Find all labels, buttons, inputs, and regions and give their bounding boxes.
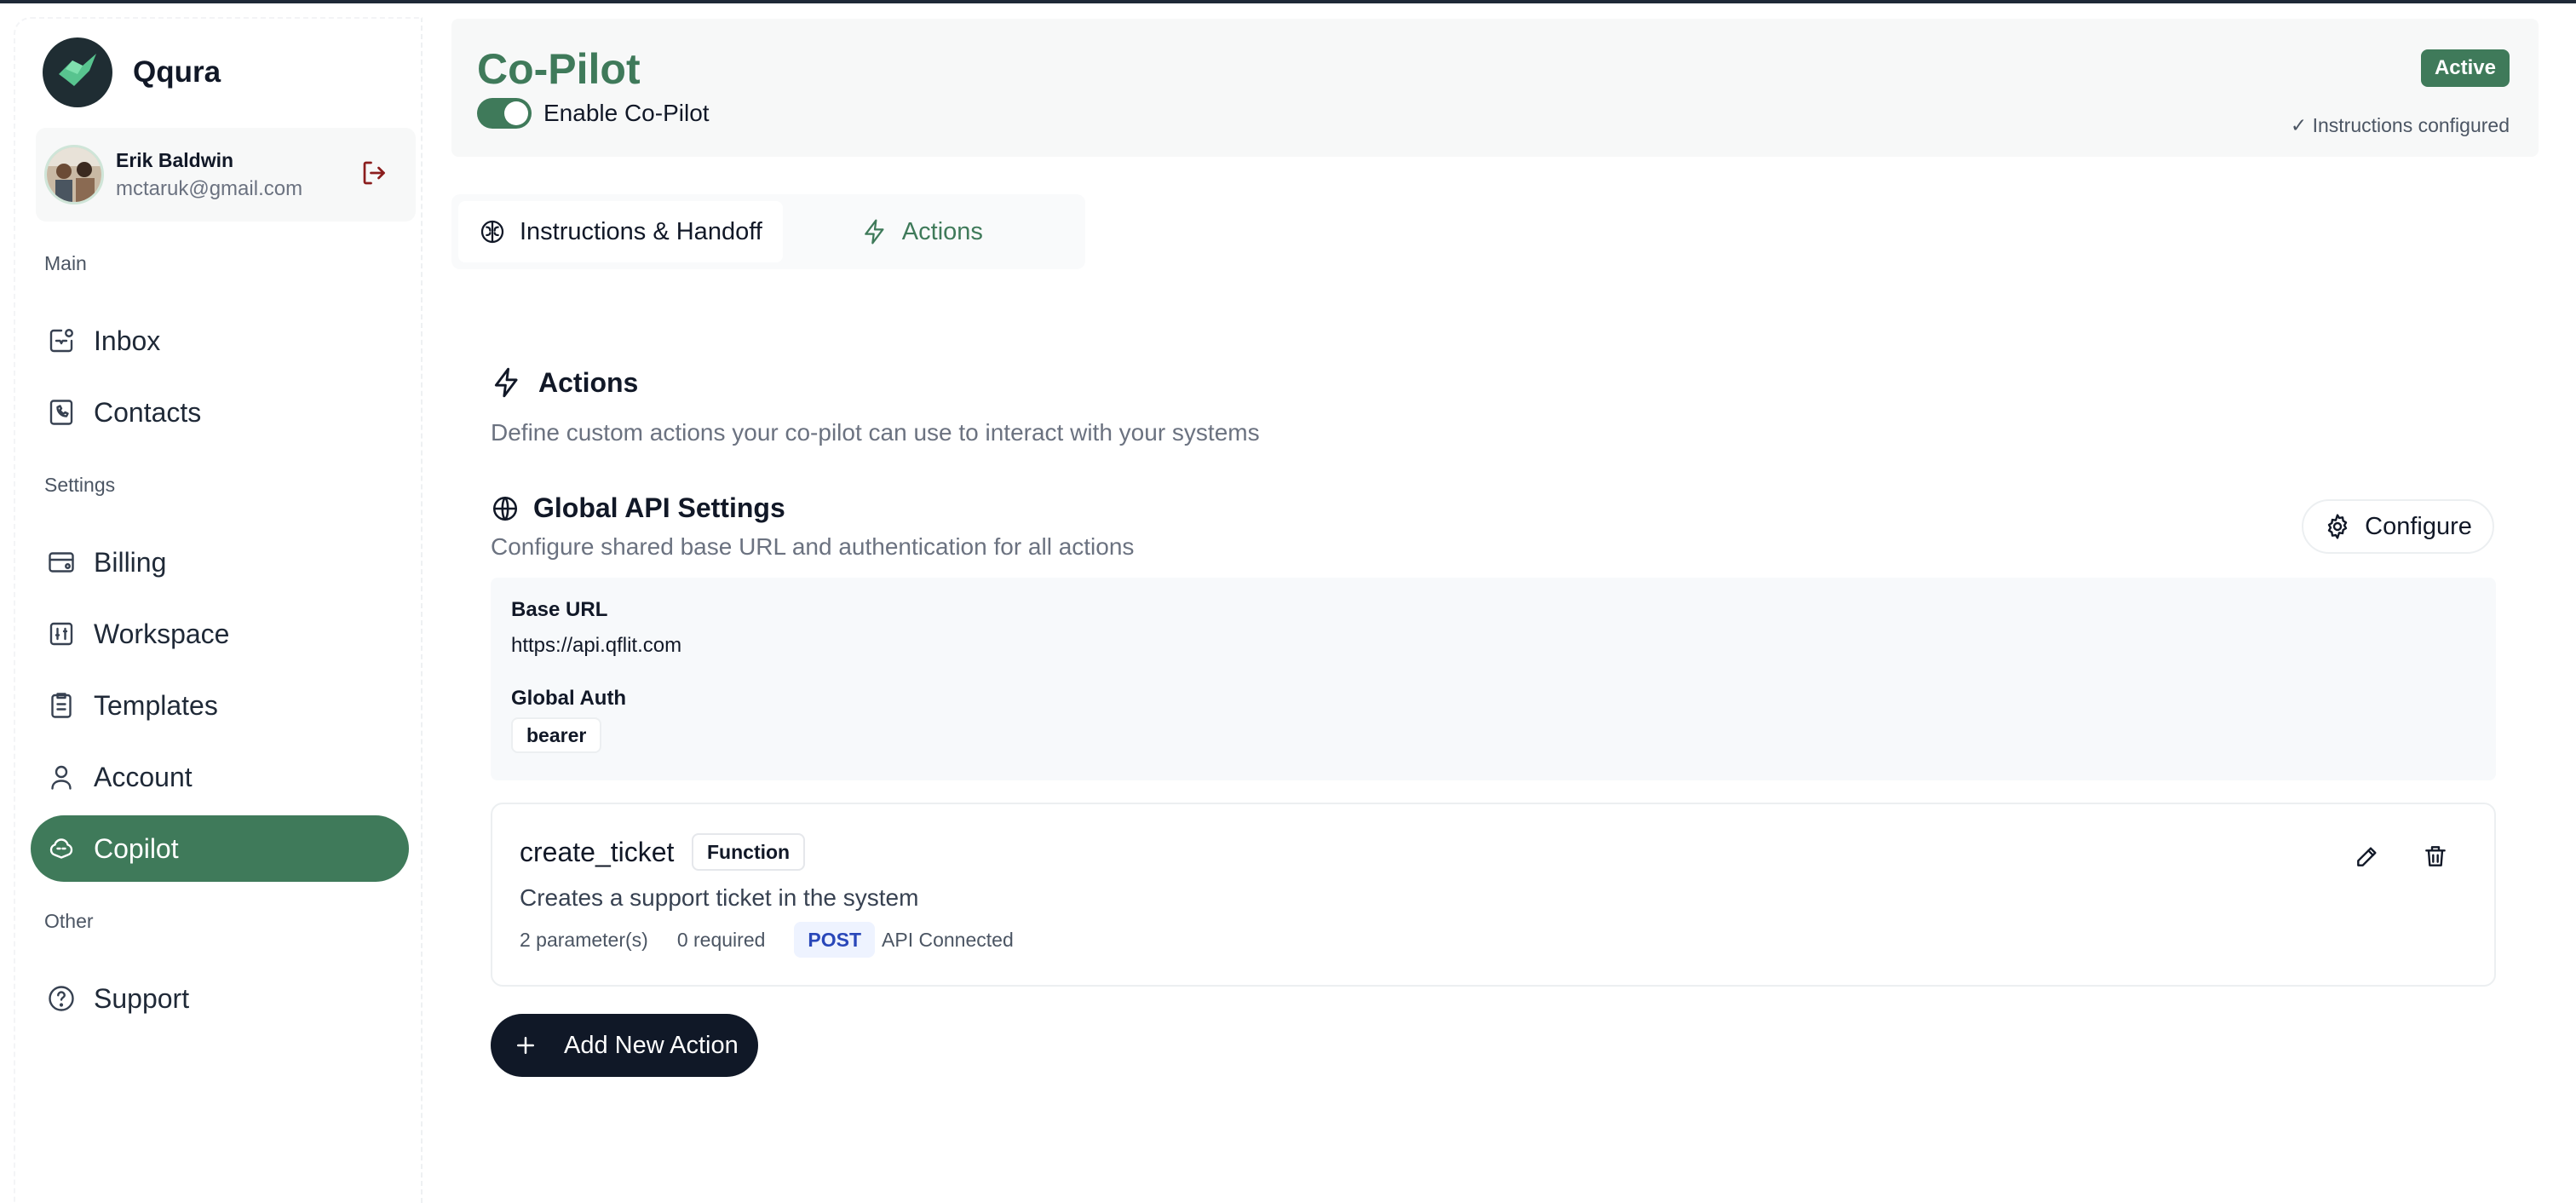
bolt-icon (491, 366, 523, 399)
toggle-label: Enable Co-Pilot (543, 100, 710, 126)
copilot-icon (44, 832, 78, 866)
window-top-border (0, 0, 2576, 3)
sidebar-item-label: Contacts (94, 396, 202, 428)
logout-icon[interactable] (359, 158, 390, 188)
global-api-title: Global API Settings (533, 492, 785, 523)
sidebar-item-billing[interactable]: Billing (31, 529, 409, 596)
sidebar-item-workspace[interactable]: Workspace (31, 601, 409, 667)
page-title: Co-Pilot (477, 45, 641, 93)
globe-icon (491, 494, 520, 523)
sidebar-item-account[interactable]: Account (31, 744, 409, 810)
gear-icon (2324, 513, 2351, 540)
configure-button[interactable]: Configure (2302, 499, 2494, 554)
actions-title: Actions (538, 366, 639, 398)
contacts-icon (44, 395, 78, 429)
sidebar-item-support[interactable]: Support (31, 965, 409, 1032)
section-label-settings: Settings (44, 474, 116, 496)
add-new-action-label: Add New Action (564, 1031, 739, 1059)
user-card: Erik Baldwin mctaruk@gmail.com (36, 128, 416, 222)
auth-type-badge: bearer (511, 717, 602, 753)
delete-action-button[interactable] (2418, 838, 2453, 874)
brand-name: Qqura (133, 55, 221, 89)
sidebar-item-inbox[interactable]: Inbox (31, 308, 409, 374)
tab-bar: Instructions & Handoff Actions (451, 194, 1085, 269)
actions-description: Define custom actions your co-pilot can … (491, 419, 1260, 446)
billing-icon (44, 545, 78, 579)
avatar[interactable] (44, 145, 104, 204)
global-api-description: Configure shared base URL and authentica… (491, 533, 1135, 560)
action-meta: 2 parameter(s) 0 required POST API Conne… (520, 922, 1014, 958)
configure-label: Configure (2365, 512, 2472, 540)
param-count: 2 parameter(s) (520, 928, 648, 951)
action-type-badge: Function (692, 833, 806, 871)
action-name: create_ticket (520, 837, 675, 867)
instructions-status: ✓ Instructions configured (2290, 114, 2510, 136)
sidebar-item-label: Support (94, 982, 190, 1014)
global-auth-label: Global Auth (511, 687, 627, 710)
edit-action-button[interactable] (2349, 838, 2385, 874)
api-settings-panel: Base URL https://api.qflit.com Global Au… (491, 578, 2496, 780)
support-icon (44, 981, 78, 1016)
user-email: mctaruk@gmail.com (116, 176, 303, 200)
tab-actions[interactable]: Actions (841, 201, 1003, 262)
base-url-value: https://api.qflit.com (511, 634, 682, 657)
tab-instructions-handoff[interactable]: Instructions & Handoff (458, 201, 783, 262)
action-card: create_ticket Function Creates a support… (491, 803, 2496, 987)
status-badge: Active (2420, 49, 2510, 87)
sidebar-item-label: Billing (94, 546, 167, 578)
sidebar-item-label: Workspace (94, 618, 230, 649)
brand[interactable]: Qqura (43, 37, 221, 107)
sidebar-item-label: Account (94, 761, 193, 792)
required-count: 0 required (676, 928, 766, 951)
sidebar: Qqura Erik Baldwin mctaruk@gmail.com Mai… (14, 17, 423, 1203)
connection-status: API Connected (882, 928, 1014, 951)
add-new-action-button[interactable]: Add New Action (491, 1014, 758, 1077)
workspace-icon (44, 617, 78, 651)
page-header: Co-Pilot Enable Co-Pilot Active ✓ Instru… (451, 19, 2539, 157)
templates-icon (44, 688, 78, 722)
inbox-icon (44, 324, 78, 358)
tab-label: Instructions & Handoff (520, 217, 762, 245)
action-description: Creates a support ticket in the system (520, 884, 919, 911)
user-name: Erik Baldwin (116, 148, 234, 171)
method-badge: POST (794, 922, 876, 958)
bolt-icon (861, 218, 888, 245)
pencil-icon (2354, 843, 2381, 870)
trash-icon (2422, 843, 2449, 870)
account-icon (44, 760, 78, 794)
base-url-label: Base URL (511, 598, 608, 621)
sidebar-item-label: Inbox (94, 325, 161, 356)
brain-icon (479, 218, 506, 245)
plus-icon (513, 1033, 538, 1058)
sidebar-item-label: Copilot (94, 832, 179, 864)
sidebar-item-templates[interactable]: Templates (31, 672, 409, 739)
actions-heading: Actions (491, 366, 638, 399)
sidebar-item-copilot[interactable]: Copilot (31, 815, 409, 882)
tab-label: Actions (901, 217, 983, 245)
global-api-heading: Global API Settings (491, 492, 785, 524)
sidebar-item-label: Templates (94, 689, 218, 721)
section-label-other: Other (44, 910, 94, 932)
enable-copilot-toggle[interactable] (477, 98, 532, 129)
brand-logo-icon (43, 37, 112, 107)
section-label-main: Main (44, 252, 87, 274)
sidebar-item-contacts[interactable]: Contacts (31, 379, 409, 446)
